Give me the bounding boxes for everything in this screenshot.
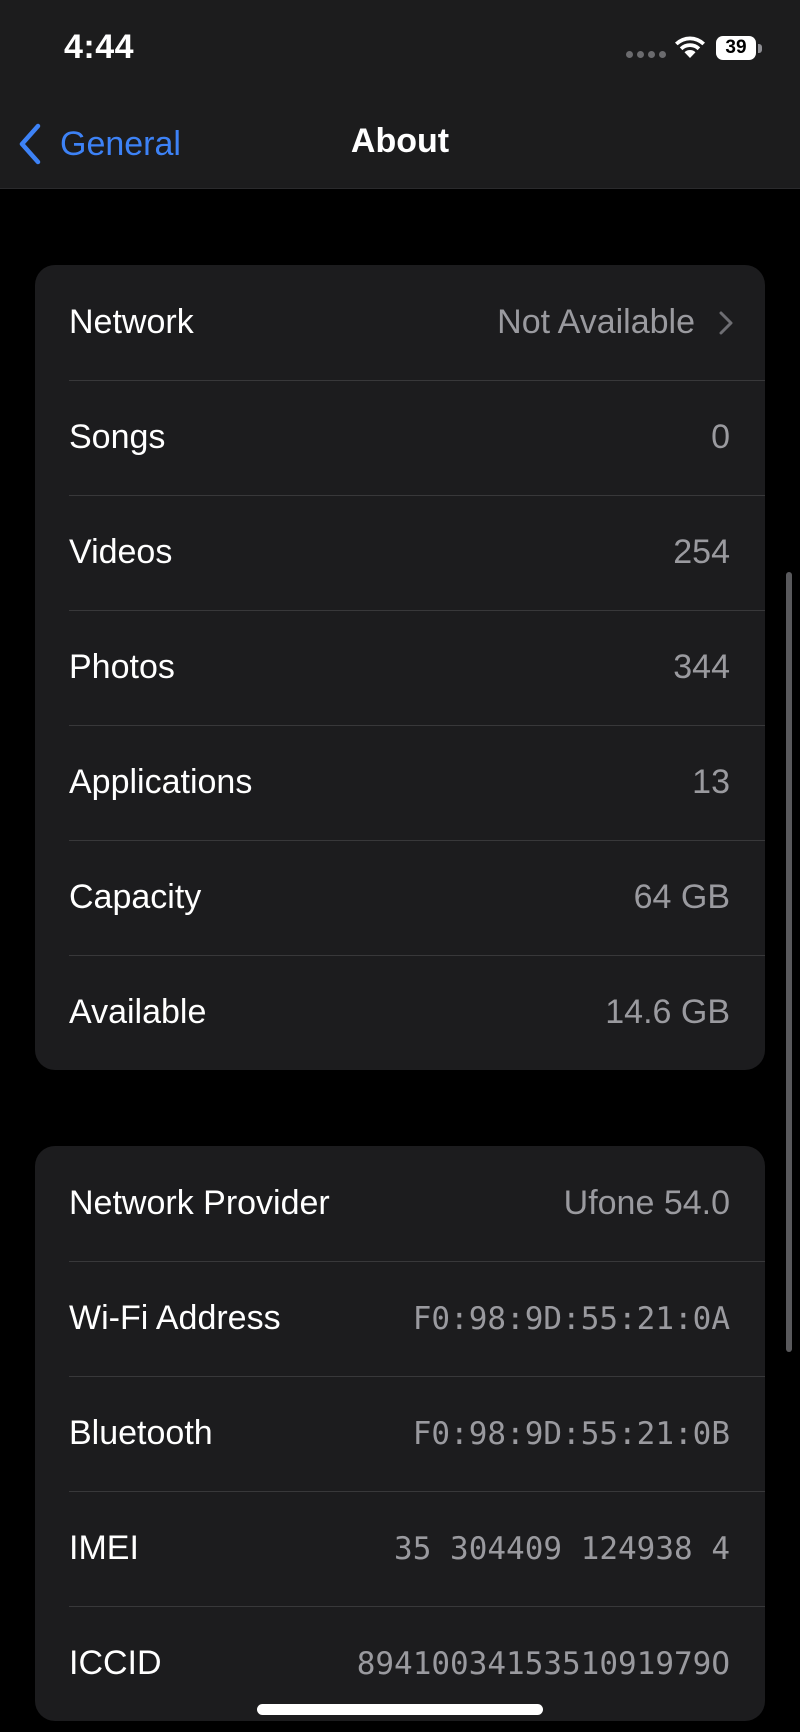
status-time: 4:44 — [64, 28, 135, 66]
row-value: Not Available — [497, 303, 695, 341]
row-label: IMEI — [69, 1529, 139, 1567]
row-value: 8941003415351091979O — [356, 1645, 730, 1682]
row-value: 254 — [673, 533, 730, 571]
about-group-network: Network Provider Ufone 54.0 Wi-Fi Addres… — [35, 1146, 765, 1721]
row-label: Network Provider — [69, 1184, 330, 1222]
status-bar: 4:44 39 — [0, 0, 800, 100]
row-label: Photos — [69, 648, 175, 686]
row-value: 0 — [711, 418, 730, 456]
about-group-media: Network Not Available Songs 0 Videos 254… — [35, 265, 765, 1070]
row-value: 13 — [692, 763, 730, 801]
cellular-signal-icon — [626, 51, 666, 58]
battery-level: 39 — [716, 36, 756, 60]
page-title: About — [350, 122, 450, 160]
battery-icon: 39 — [716, 36, 762, 62]
row-capacity[interactable]: Capacity 64 GB — [35, 840, 765, 955]
row-network-provider[interactable]: Network Provider Ufone 54.0 — [35, 1146, 765, 1261]
chevron-right-icon — [719, 311, 733, 334]
home-indicator[interactable] — [257, 1704, 543, 1715]
row-value: 344 — [673, 648, 730, 686]
row-label: ICCID — [69, 1644, 162, 1682]
row-videos[interactable]: Videos 254 — [35, 495, 765, 610]
row-network[interactable]: Network Not Available — [35, 265, 765, 380]
row-label: Capacity — [69, 878, 202, 916]
row-bluetooth[interactable]: Bluetooth F0:98:9D:55:21:0B — [35, 1376, 765, 1491]
row-label: Available — [69, 993, 207, 1031]
row-label: Bluetooth — [69, 1414, 213, 1452]
row-label: Videos — [69, 533, 173, 571]
row-imei[interactable]: IMEI 35 304409 124938 4 — [35, 1491, 765, 1606]
row-songs[interactable]: Songs 0 — [35, 380, 765, 495]
row-label: Wi-Fi Address — [69, 1299, 281, 1337]
row-value: F0:98:9D:55:21:0A — [412, 1300, 730, 1337]
row-value: 14.6 GB — [605, 993, 730, 1031]
navigation-bar: General About — [0, 100, 800, 189]
row-label: Applications — [69, 763, 253, 801]
wifi-icon — [675, 36, 705, 58]
row-photos[interactable]: Photos 344 — [35, 610, 765, 725]
row-label: Network — [69, 303, 194, 341]
row-value: 35 304409 124938 4 — [394, 1530, 730, 1567]
row-value: 64 GB — [633, 878, 730, 916]
row-applications[interactable]: Applications 13 — [35, 725, 765, 840]
row-value: F0:98:9D:55:21:0B — [412, 1415, 730, 1452]
scrollbar[interactable] — [786, 572, 792, 1352]
row-available[interactable]: Available 14.6 GB — [35, 955, 765, 1070]
row-wifi-address[interactable]: Wi-Fi Address F0:98:9D:55:21:0A — [35, 1261, 765, 1376]
row-value: Ufone 54.0 — [563, 1184, 730, 1222]
row-label: Songs — [69, 418, 166, 456]
